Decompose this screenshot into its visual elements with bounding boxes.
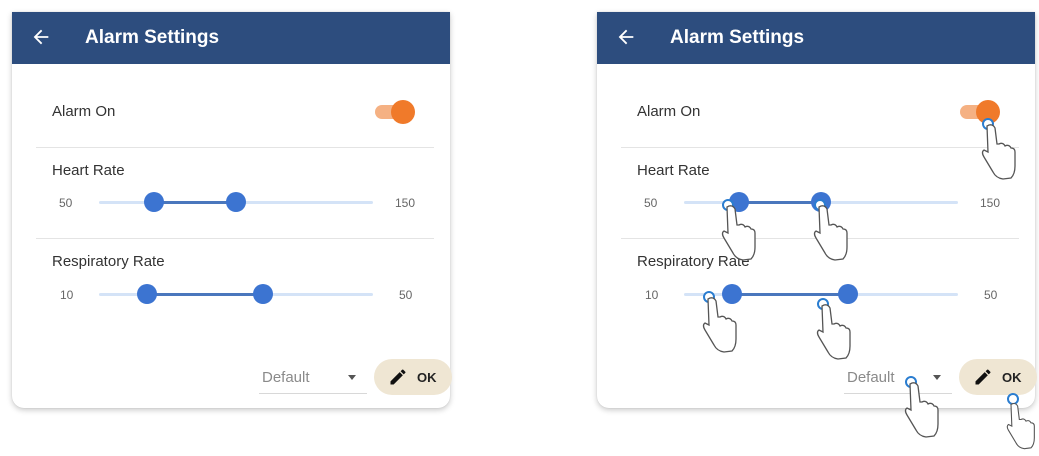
ok-button[interactable]: OK — [374, 359, 452, 395]
alarm-settings-panel-left: Alarm Settings Alarm On Heart Rate 50 15… — [12, 12, 452, 408]
heart-rate-max: 150 — [395, 196, 416, 210]
heart-rate-low-thumb[interactable] — [143, 192, 164, 212]
respiratory-rate-high-thumb[interactable] — [838, 284, 859, 304]
preset-dropdown[interactable]: Default — [259, 363, 367, 394]
alarm-on-label: Alarm On — [637, 103, 701, 120]
respiratory-rate-low-thumb[interactable] — [721, 284, 742, 304]
alarm-toggle[interactable] — [960, 100, 1000, 124]
caret-down-icon — [933, 375, 941, 380]
touch-point — [817, 298, 829, 310]
pencil-icon — [390, 369, 406, 385]
divider — [36, 147, 434, 148]
heart-rate-min: 50 — [59, 196, 73, 210]
ok-button[interactable]: OK — [959, 359, 1037, 395]
heart-rate-max: 150 — [980, 196, 1001, 210]
divider — [621, 147, 1019, 148]
slider-range-fill — [731, 293, 849, 296]
toggle-knob — [391, 100, 415, 124]
app-header: Alarm Settings — [597, 12, 1035, 64]
caret-down-icon — [348, 375, 356, 380]
alarm-on-label: Alarm On — [52, 103, 116, 120]
respiratory-rate-max: 50 — [984, 288, 998, 302]
hand-pointer-icon — [981, 124, 1016, 180]
touch-point — [982, 118, 994, 130]
heart-rate-high-thumb[interactable] — [226, 192, 246, 212]
hand-pointer-icon — [813, 205, 848, 261]
divider — [621, 238, 1019, 239]
preset-value: Default — [847, 369, 895, 386]
respiratory-rate-max: 50 — [399, 288, 413, 302]
preset-value: Default — [262, 369, 310, 386]
arrow-left-icon[interactable] — [30, 26, 52, 48]
respiratory-rate-label: Respiratory Rate — [637, 253, 750, 270]
pencil-icon — [975, 369, 991, 385]
respiratory-rate-min: 10 — [645, 288, 659, 302]
respiratory-rate-label: Respiratory Rate — [52, 253, 165, 270]
app-header: Alarm Settings — [12, 12, 450, 64]
respiratory-rate-high-thumb[interactable] — [253, 284, 274, 304]
heart-rate-label: Heart Rate — [52, 162, 125, 179]
hand-pointer-icon — [1006, 402, 1035, 450]
touch-point — [1007, 393, 1019, 405]
heart-rate-label: Heart Rate — [637, 162, 710, 179]
touch-point — [814, 199, 826, 211]
touch-point — [722, 199, 734, 211]
heart-rate-min: 50 — [644, 196, 658, 210]
respiratory-rate-low-thumb[interactable] — [136, 284, 157, 304]
page-title: Alarm Settings — [85, 27, 220, 48]
slider-range-fill — [738, 201, 821, 204]
arrow-left-icon[interactable] — [615, 26, 637, 48]
alarm-settings-panel-right: Alarm Settings Alarm On Heart Rate 50 15… — [597, 12, 1037, 450]
touch-point — [905, 376, 917, 388]
page-title: Alarm Settings — [670, 27, 805, 48]
preset-dropdown[interactable]: Default — [844, 363, 952, 394]
slider-range-fill — [153, 201, 236, 204]
ok-label: OK — [1002, 370, 1022, 385]
hand-pointer-icon — [816, 304, 851, 360]
respiratory-rate-min: 10 — [60, 288, 74, 302]
divider — [36, 238, 434, 239]
hand-pointer-icon — [702, 297, 737, 353]
ok-label: OK — [417, 370, 437, 385]
touch-point — [703, 291, 715, 303]
slider-range-fill — [146, 293, 264, 296]
alarm-toggle[interactable] — [375, 100, 415, 124]
